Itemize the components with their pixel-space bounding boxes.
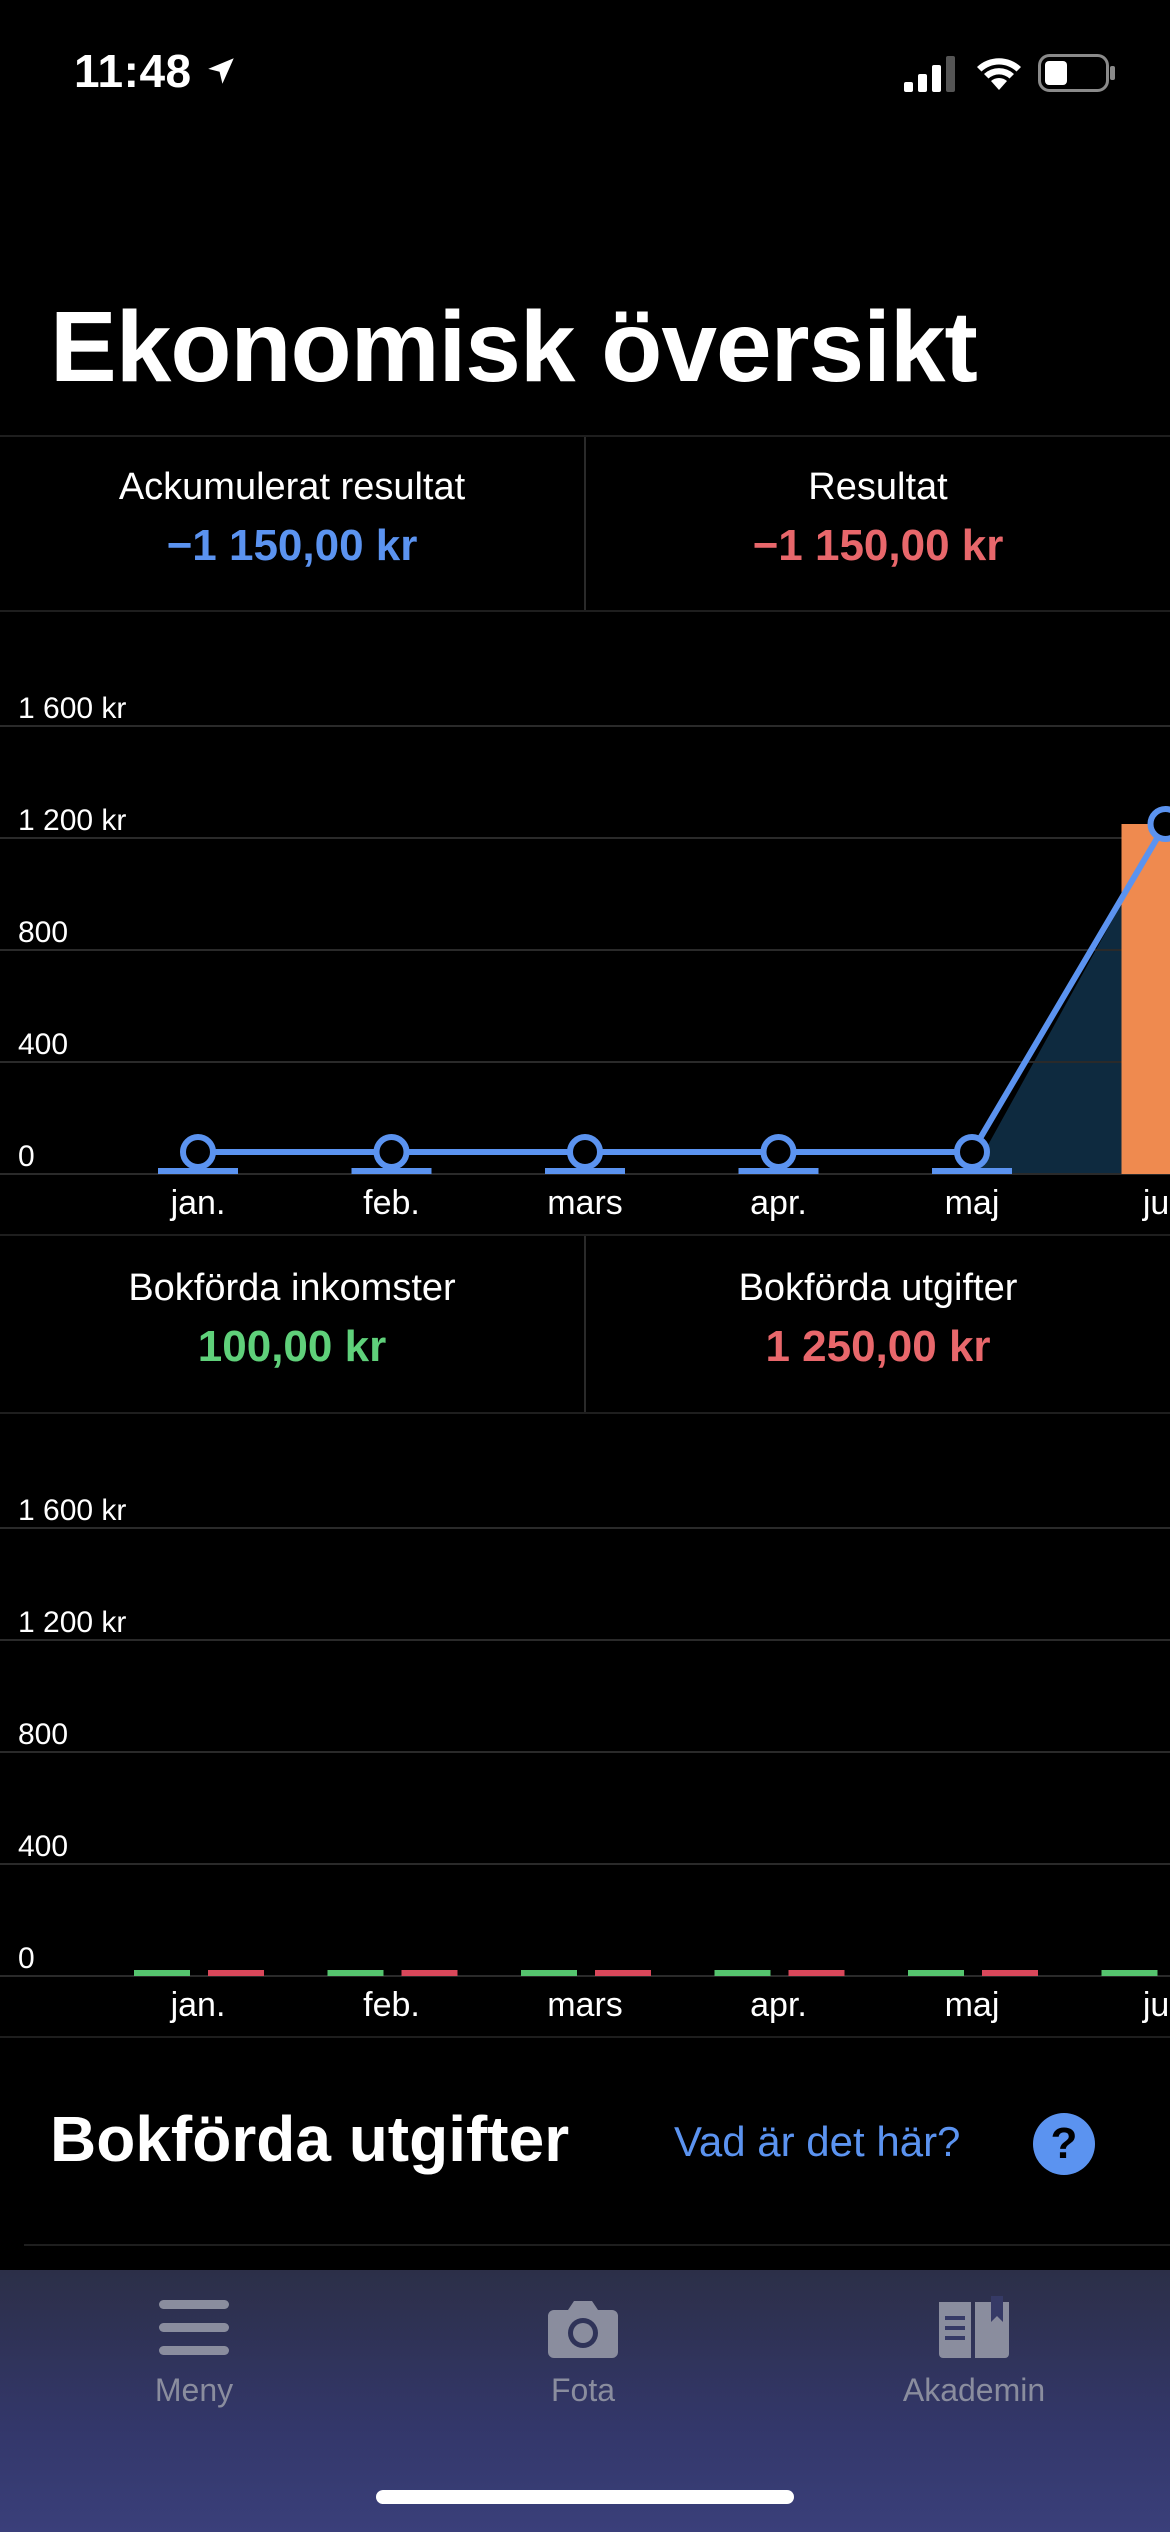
income-bar — [521, 1970, 577, 1976]
wifi-icon — [977, 58, 1021, 90]
tab-menu[interactable]: Meny — [44, 2296, 344, 2409]
section-title: Bokförda utgifter — [50, 2103, 570, 2175]
expense-bar — [595, 1970, 651, 1976]
x-tick-label: mars — [547, 1986, 623, 2024]
income-bar — [1101, 1970, 1158, 1976]
divider — [0, 2036, 1170, 2038]
result-chart-svg: 1 600 kr 1 200 kr 800 400 0 jan. feb. mars apr. m… — [0, 692, 1170, 1222]
income-bar — [134, 1970, 190, 1976]
status-bar: 11:48 — [0, 0, 1170, 140]
x-tick-label: feb. — [363, 1986, 420, 2024]
x-tick-label: jun — [1142, 1986, 1170, 2024]
y-tick-label: 800 — [18, 916, 68, 949]
line-point — [1147, 806, 1170, 842]
tab-photo[interactable]: Fota — [433, 2296, 733, 2409]
y-tick-label: 1 600 kr — [18, 1494, 126, 1527]
line-point — [567, 1134, 603, 1170]
x-tick-label: jun — [1142, 1184, 1170, 1222]
x-tick-label: maj — [945, 1184, 1000, 1222]
tab-menu-label: Meny — [154, 2372, 234, 2408]
expense-bar — [208, 1970, 264, 1976]
line-point — [373, 1134, 410, 1170]
tab-academy-label: Akademin — [902, 2372, 1046, 2408]
question-icon[interactable]: ? — [1033, 2113, 1095, 2175]
battery-icon — [1038, 54, 1115, 92]
area-fill — [198, 824, 1166, 1174]
line-point — [180, 1134, 216, 1170]
location-arrow-icon — [208, 58, 234, 84]
x-tick-label: apr. — [750, 1184, 807, 1222]
income-bar — [327, 1970, 384, 1976]
menu-icon — [159, 2300, 229, 2355]
help-link[interactable]: Vad är det här? — [674, 2118, 960, 2166]
line-point — [760, 1134, 797, 1170]
tab-photo-label: Fota — [550, 2372, 616, 2408]
y-tick-label: 0 — [18, 1942, 35, 1975]
expense-bar — [982, 1970, 1038, 1976]
income-bar — [908, 1970, 964, 1976]
income-bar — [714, 1970, 771, 1976]
y-tick-label: 400 — [18, 1028, 68, 1061]
signal-icon — [904, 56, 955, 92]
result-chart: 1 600 kr 1 200 kr 800 400 0 jan. feb. mars apr. m… — [0, 612, 1170, 1234]
x-tick-label: maj — [945, 1986, 1000, 2024]
x-tick-label: jan. — [170, 1184, 226, 1222]
divider — [24, 2244, 1170, 2246]
status-time: 11:48 — [74, 45, 192, 97]
result-stat: Resultat −1 150,00 kr — [586, 464, 1170, 576]
income-expense-chart: 1 600 kr 1 200 kr 800 400 0 jan. feb. mars apr. m… — [0, 1414, 1170, 2036]
x-tick-label: jan. — [170, 1986, 226, 2024]
y-tick-label: 800 — [18, 1718, 68, 1751]
x-tick-label: mars — [547, 1184, 623, 1222]
tab-academy[interactable]: Akademin — [824, 2296, 1124, 2409]
result-value: −1 150,00 kr — [752, 521, 1004, 570]
page-title: Ekonomisk översikt — [50, 291, 978, 403]
book-icon — [939, 2296, 1009, 2358]
expense-bar — [401, 1970, 458, 1976]
y-tick-label: 0 — [18, 1140, 35, 1173]
result-label: Resultat — [808, 466, 948, 508]
expense-bar — [788, 1970, 845, 1976]
y-tick-label: 400 — [18, 1830, 68, 1863]
x-tick-label: feb. — [363, 1184, 420, 1222]
y-tick-label: 1 600 kr — [18, 692, 126, 725]
accumulated-result-value: −1 150,00 kr — [166, 521, 418, 570]
camera-icon — [548, 2301, 618, 2358]
booked-income-label: Bokförda inkomster — [128, 1267, 456, 1309]
booked-expenses-label: Bokförda utgifter — [738, 1267, 1018, 1309]
booked-income-stat: Bokförda inkomster 100,00 kr — [0, 1265, 584, 1377]
booked-income-value: 100,00 kr — [197, 1322, 387, 1371]
accumulated-result-label: Ackumulerat resultat — [118, 466, 466, 508]
y-tick-label: 1 200 kr — [18, 804, 126, 837]
bar — [1121, 824, 1170, 1174]
y-tick-label: 1 200 kr — [18, 1606, 126, 1639]
booked-expenses-value: 1 250,00 kr — [765, 1322, 991, 1371]
accumulated-result-stat: Ackumulerat resultat −1 150,00 kr — [0, 464, 584, 576]
booked-expenses-stat: Bokförda utgifter 1 250,00 kr — [586, 1265, 1170, 1377]
income-expense-chart-svg: 1 600 kr 1 200 kr 800 400 0 jan. feb. mars apr. m… — [0, 1494, 1170, 2024]
x-tick-label: apr. — [750, 1986, 807, 2024]
home-indicator — [376, 2490, 794, 2504]
line-point — [954, 1134, 990, 1170]
